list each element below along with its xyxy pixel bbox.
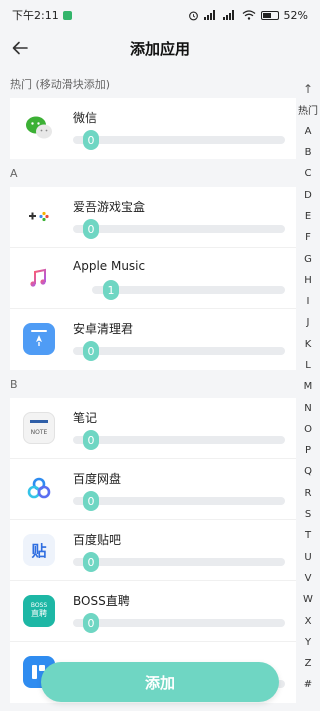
status-time: 下午2:11	[12, 9, 59, 22]
signal-icon-2	[222, 10, 234, 20]
index-letter[interactable]: X	[296, 610, 320, 631]
section-header-a: A	[10, 166, 18, 180]
list-item: NOTE 笔记 0	[10, 398, 296, 459]
list-item: 微信 0	[10, 98, 296, 159]
slider-track[interactable]	[92, 286, 285, 294]
list-item: Apple Music 1	[10, 248, 296, 309]
section-card-b: NOTE 笔记 0 百度网盘 0 贴 百度贴吧 0 BOSS 直聘 BOSS直聘	[10, 398, 296, 703]
section-header-hot: 热门 (移动滑块添加)	[10, 78, 111, 91]
slider-thumb[interactable]: 0	[83, 491, 99, 511]
alphabet-index[interactable]: ↑ 热门 A B C D E F G H I J K L M N O P Q R S T U V W X Y Z #	[296, 78, 320, 698]
index-letter[interactable]: I	[296, 291, 320, 312]
wifi-icon	[242, 10, 255, 20]
wechat-icon	[23, 112, 55, 144]
signal-icon	[203, 10, 215, 20]
slider-track[interactable]	[73, 225, 285, 233]
app-name: 百度贴吧	[73, 533, 122, 547]
index-letter[interactable]: G	[296, 248, 320, 269]
slider-track[interactable]	[73, 136, 285, 144]
slider-thumb[interactable]: 0	[83, 430, 99, 450]
app-list[interactable]: 热门 (移动滑块添加) 微信 0 A 爱吾游戏宝盒 0 Apple Music	[0, 70, 296, 711]
index-letter[interactable]: P	[296, 440, 320, 461]
index-letter[interactable]: O	[296, 419, 320, 440]
list-item: 爱吾游戏宝盒 0	[10, 187, 296, 248]
slider-thumb[interactable]: 1	[103, 280, 119, 300]
slider-track[interactable]	[73, 497, 285, 505]
note-icon-text: NOTE	[30, 429, 48, 436]
alarm-icon	[188, 11, 198, 20]
index-letter[interactable]: E	[296, 206, 320, 227]
back-button[interactable]	[8, 36, 32, 60]
section-card-a: 爱吾游戏宝盒 0 Apple Music 1 安卓清理君 0	[10, 187, 296, 370]
status-bar: 下午2:11 52%	[0, 0, 320, 30]
index-letter[interactable]: T	[296, 525, 320, 546]
slider-thumb[interactable]: 0	[83, 219, 99, 239]
music-note-icon	[23, 262, 55, 294]
list-item: 贴 百度贴吧 0	[10, 520, 296, 581]
index-letter[interactable]: V	[296, 568, 320, 589]
slider-track[interactable]	[73, 347, 285, 355]
note-icon-bar	[30, 420, 48, 423]
index-letter[interactable]: R	[296, 483, 320, 504]
index-letter[interactable]: D	[296, 184, 320, 205]
index-letter[interactable]: F	[296, 227, 320, 248]
section-header-b: B	[10, 377, 18, 391]
index-letter[interactable]: J	[296, 312, 320, 333]
index-letter[interactable]: K	[296, 334, 320, 355]
page-title: 添加应用	[129, 39, 190, 58]
arrow-left-icon	[12, 41, 28, 55]
boss-icon: BOSS 直聘	[23, 595, 55, 627]
slider-thumb[interactable]: 0	[83, 552, 99, 572]
notification-icon	[62, 10, 72, 20]
slider-thumb[interactable]: 0	[83, 130, 99, 150]
game-box-icon	[23, 201, 55, 233]
app-name: Apple Music	[73, 259, 146, 273]
index-letter[interactable]: Q	[296, 461, 320, 482]
index-letter[interactable]: M	[296, 376, 320, 397]
list-item: BOSS 直聘 BOSS直聘 0	[10, 581, 296, 642]
index-letter[interactable]: Z	[296, 653, 320, 674]
list-item: 安卓清理君 0	[10, 309, 296, 370]
index-letter[interactable]: L	[296, 355, 320, 376]
app-name: 百度网盘	[73, 472, 122, 486]
index-letter[interactable]: C	[296, 163, 320, 184]
header: 添加应用	[0, 30, 320, 66]
slider-thumb[interactable]: 0	[83, 613, 99, 633]
index-letter[interactable]: W	[296, 589, 320, 610]
index-letter[interactable]: 热门	[296, 99, 320, 120]
boss-icon-bottom: 直聘	[31, 608, 47, 618]
slider-track[interactable]	[73, 619, 285, 627]
add-button[interactable]: 添加	[41, 662, 279, 702]
index-letter[interactable]: A	[296, 121, 320, 142]
app-name: 安卓清理君	[73, 322, 134, 336]
note-icon: NOTE	[23, 412, 55, 444]
index-letter[interactable]: Y	[296, 632, 320, 653]
index-letter[interactable]: S	[296, 504, 320, 525]
slider-thumb[interactable]: 0	[83, 341, 99, 361]
index-letter[interactable]: B	[296, 142, 320, 163]
app-name: BOSS直聘	[73, 594, 130, 608]
baidu-cloud-icon	[23, 473, 55, 505]
list-item: 百度网盘 0	[10, 459, 296, 520]
battery-percent: 52%	[283, 8, 308, 22]
index-arrow-up[interactable]: ↑	[296, 78, 320, 99]
rocket-icon	[23, 323, 55, 355]
battery-icon	[260, 10, 279, 20]
index-letter[interactable]: U	[296, 547, 320, 568]
index-letter[interactable]: N	[296, 397, 320, 418]
app-name: 爱吾游戏宝盒	[73, 200, 146, 214]
section-card-hot: 微信 0	[10, 98, 296, 159]
app-name: 笔记	[73, 411, 98, 425]
slider-track[interactable]	[73, 436, 285, 444]
app-name: 微信	[73, 111, 98, 125]
tieba-icon: 贴	[23, 534, 55, 566]
slider-track[interactable]	[73, 558, 285, 566]
index-letter[interactable]: #	[296, 674, 320, 695]
index-letter[interactable]: H	[296, 270, 320, 291]
